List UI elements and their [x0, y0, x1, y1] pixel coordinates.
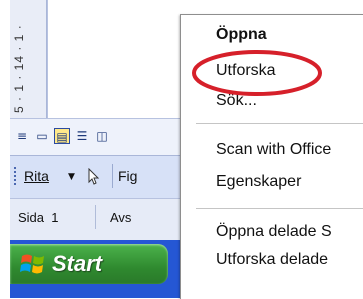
- reading-layout-icon[interactable]: ◫: [94, 128, 110, 144]
- menu-item-open-shared[interactable]: Öppna delade S: [216, 223, 332, 241]
- view-toolbar: ≡ ▭ ▤ ☰ ◫: [10, 118, 190, 155]
- menu-separator: [196, 208, 363, 209]
- print-layout-icon[interactable]: ▤: [54, 128, 70, 144]
- start-label: Start: [52, 251, 103, 276]
- menu-item-properties[interactable]: Egenskaper: [216, 173, 301, 191]
- document-page[interactable]: [47, 0, 191, 118]
- status-separator: [95, 205, 96, 229]
- highlight-ellipse: [192, 50, 322, 96]
- menu-separator: [196, 123, 363, 124]
- rita-menu-button[interactable]: Rita: [24, 168, 49, 184]
- rita-label: Rita: [24, 168, 49, 184]
- section-indicator: Avs: [110, 210, 132, 225]
- toolbar-separator: [112, 164, 113, 188]
- menu-item-open[interactable]: Öppna: [216, 26, 267, 44]
- web-layout-icon[interactable]: ▭: [34, 128, 50, 144]
- toolbar-grip-handle[interactable]: [14, 167, 19, 185]
- outline-view-icon[interactable]: ☰: [74, 128, 90, 144]
- normal-view-icon[interactable]: ≡: [14, 128, 30, 144]
- figures-menu-button[interactable]: Fig: [118, 168, 137, 184]
- page-indicator: Sida 1: [18, 210, 59, 225]
- menu-item-scan-with-office[interactable]: Scan with Office: [216, 141, 331, 159]
- dropdown-arrow-icon[interactable]: ▼: [68, 172, 75, 182]
- ruler-markings: 5 · 1 · 14 · 1 ·: [12, 24, 26, 113]
- select-objects-cursor-icon[interactable]: [86, 168, 102, 186]
- windows-logo-icon: [20, 254, 44, 274]
- menu-item-explore-shared[interactable]: Utforska delade: [216, 251, 328, 269]
